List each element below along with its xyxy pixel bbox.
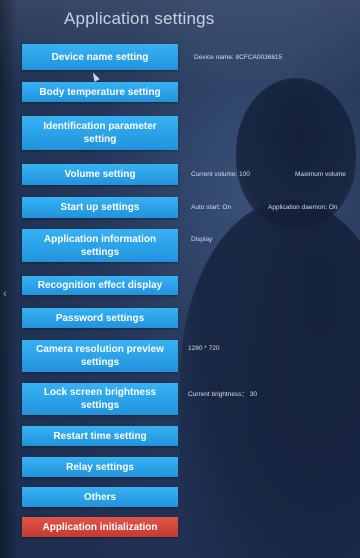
resolution-value: 1280 * 720 (188, 345, 220, 352)
recognition-effect-display-button[interactable]: Recognition effect display (22, 276, 178, 295)
volume-setting-button[interactable]: Volume setting (22, 164, 178, 185)
camera-resolution-preview-settings-button[interactable]: Camera resolution preview settings (22, 340, 178, 372)
device-name-value: Device name: 8CFCA0036815 (194, 54, 283, 61)
lock-screen-brightness-settings-button[interactable]: Lock screen brightness settings (22, 383, 178, 415)
body-temperature-setting-button[interactable]: Body temperature setting (22, 82, 178, 102)
background-person-body (180, 200, 360, 558)
chevron-left-icon[interactable]: ‹ (3, 288, 7, 300)
identification-parameter-setting-button[interactable]: Identification parameter setting (22, 116, 178, 150)
restart-time-setting-button[interactable]: Restart time setting (22, 426, 178, 446)
display-value: Display (191, 236, 213, 243)
screen-edge-shadow (0, 0, 18, 558)
others-button[interactable]: Others (22, 487, 178, 507)
application-daemon-value: Application daemon: On (268, 204, 338, 211)
current-volume-value: Current volume: 100 (191, 171, 250, 178)
auto-start-value: Auto start: On (191, 204, 232, 211)
mouse-pointer-icon (90, 71, 100, 82)
maximum-volume-value: Maximum volume (295, 171, 346, 178)
application-information-settings-button[interactable]: Application information settings (22, 229, 178, 262)
application-initialization-button[interactable]: Application initialization (22, 517, 178, 537)
password-settings-button[interactable]: Password settings (22, 308, 178, 328)
startup-settings-button[interactable]: Start up settings (22, 197, 178, 218)
current-brightness-value: Current brightness： 30 (188, 391, 258, 398)
settings-screen: Application settings Device name setting… (0, 0, 360, 558)
page-title: Application settings (64, 9, 215, 28)
device-name-setting-button[interactable]: Device name setting (22, 44, 178, 70)
relay-settings-button[interactable]: Relay settings (22, 457, 178, 477)
